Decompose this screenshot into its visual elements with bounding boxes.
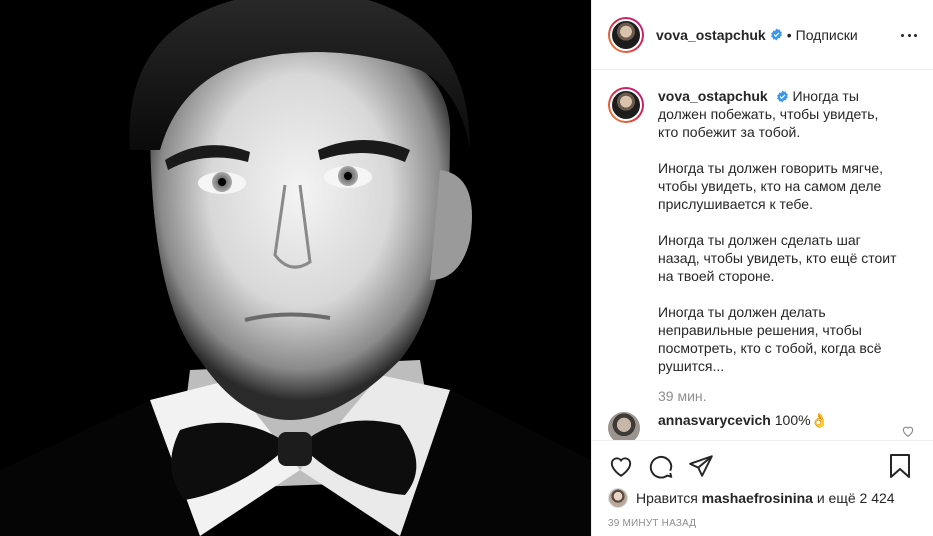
liker-avatar[interactable] (608, 488, 628, 508)
comment-icon[interactable] (648, 453, 674, 479)
comment-body: 100%👌 (774, 412, 828, 428)
heart-icon[interactable] (608, 453, 634, 479)
caption-paragraph: Иногда ты должен говорить мягче, чтобы у… (658, 160, 883, 212)
caption-paragraph: Иногда ты должен делать неправильные реш… (658, 304, 882, 374)
separator-dot: • (786, 26, 792, 43)
author-avatar[interactable] (608, 16, 644, 53)
share-icon[interactable] (688, 453, 714, 479)
verified-badge-icon (770, 28, 782, 41)
verified-badge-icon (776, 90, 788, 103)
caption-username[interactable]: vova_ostapchuk (658, 88, 768, 104)
likes-summary: Нравится mashaefrosinina и ещё 2 424 (608, 488, 895, 508)
post-header: vova_ostapchuk • Подписки (592, 0, 933, 70)
bookmark-icon[interactable] (889, 453, 911, 479)
post-timestamp[interactable]: 39 МИНУТ НАЗАД (608, 518, 696, 529)
commenter-username[interactable]: annasvarycevich (658, 412, 771, 428)
caption-avatar[interactable] (608, 87, 644, 123)
author-username[interactable]: vova_ostapchuk (656, 27, 766, 43)
liker-username[interactable]: mashaefrosinina (702, 490, 813, 506)
likes-prefix: Нравится (636, 490, 698, 506)
comments-area: vova_ostapchuk Иногда ты должен побежать… (592, 71, 933, 440)
caption: vova_ostapchuk Иногда ты должен побежать… (608, 87, 917, 393)
portrait-image (0, 0, 591, 536)
comment-text: annasvarycevich 100%👌 (658, 412, 828, 429)
more-options-icon[interactable] (901, 25, 917, 45)
instagram-post: vova_ostapchuk • Подписки vova_ostapchuk (0, 0, 933, 536)
likes-count[interactable]: и ещё 2 424 (817, 490, 895, 506)
post-photo[interactable] (0, 0, 591, 536)
caption-paragraph: Иногда ты должен сделать шаг назад, чтоб… (658, 232, 897, 284)
comment-like-heart-icon[interactable] (901, 424, 915, 438)
commenter-avatar[interactable] (608, 412, 640, 440)
comment-item: annasvarycevich 100%👌 (608, 412, 917, 440)
following-button[interactable]: Подписки (796, 27, 858, 43)
post-sidebar: vova_ostapchuk • Подписки vova_ostapchuk (591, 0, 933, 536)
action-bar (592, 440, 933, 490)
caption-text: vova_ostapchuk Иногда ты должен побежать… (658, 87, 902, 393)
